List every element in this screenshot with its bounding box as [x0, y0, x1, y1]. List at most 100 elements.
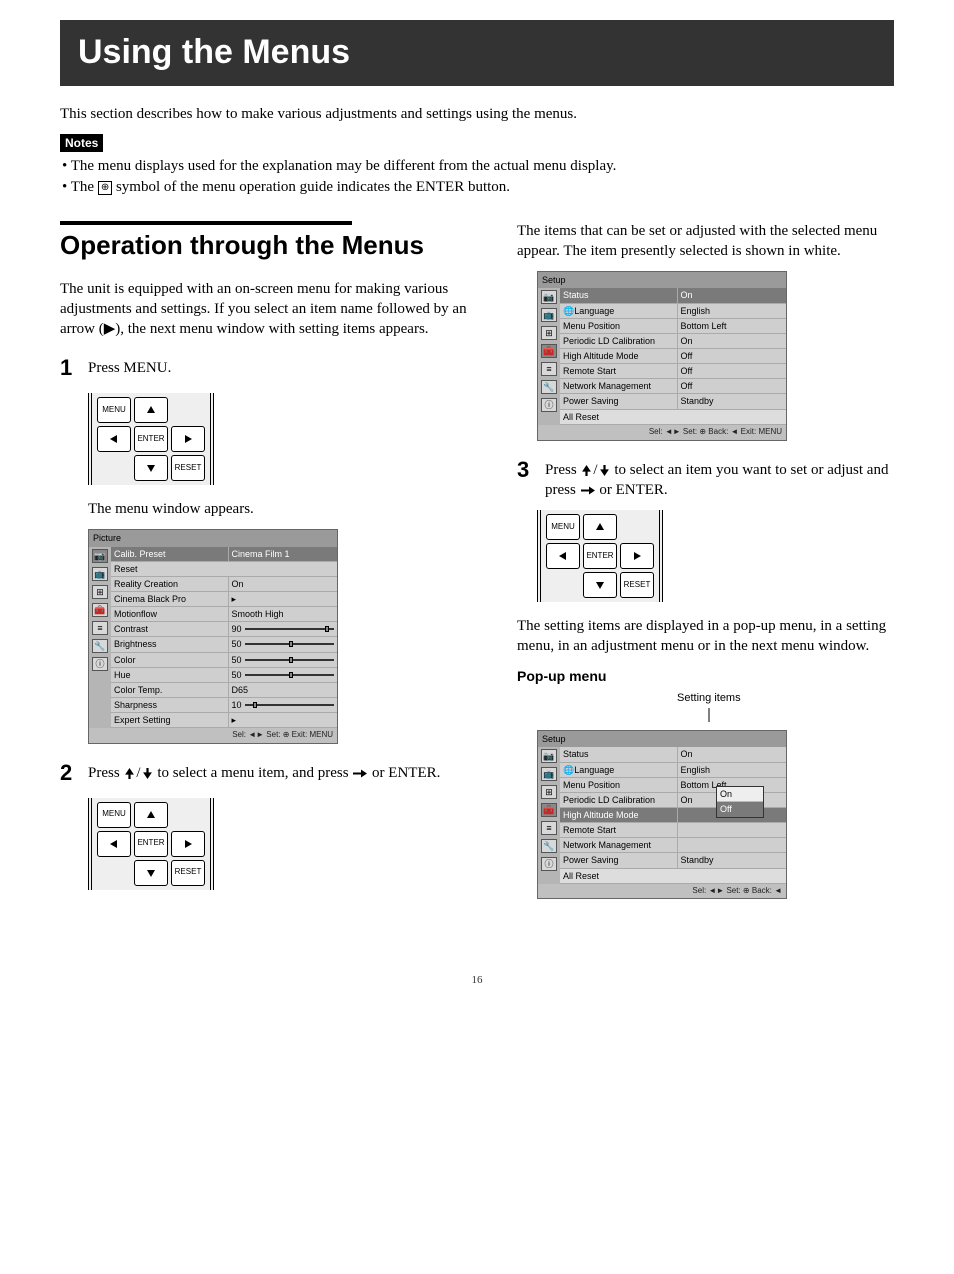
step-3: 3 Press / to select an item you want to …: [517, 455, 901, 501]
osd-tab-icon[interactable]: ⓘ: [541, 398, 557, 412]
osd-tab-icon[interactable]: 📺: [541, 767, 557, 781]
osd-row[interactable]: Calib. PresetCinema Film 1: [111, 547, 337, 562]
osd-tab-icon[interactable]: 📷: [541, 749, 557, 763]
osd-row[interactable]: StatusOn: [560, 288, 786, 303]
osd-row-value: English: [678, 763, 786, 777]
osd-row-value: Standby: [678, 853, 786, 867]
osd-row[interactable]: Periodic LD CalibrationOn: [560, 334, 786, 349]
remote-right-button[interactable]: [620, 543, 654, 569]
osd-row-value: Off: [678, 349, 786, 363]
osd-row[interactable]: Color Temp.D65: [111, 683, 337, 698]
step-text: Press / to select an item you want to se…: [545, 455, 901, 501]
osd-row[interactable]: All Reset: [560, 410, 786, 425]
osd-tab-icon[interactable]: ≡: [541, 362, 557, 376]
osd-row[interactable]: Power SavingStandby: [560, 394, 786, 409]
osd-row[interactable]: Reality CreationOn: [111, 577, 337, 592]
osd-tab-icon[interactable]: 📷: [541, 290, 557, 304]
remote-menu-button[interactable]: MENU: [97, 397, 131, 423]
remote-down-button[interactable]: [134, 860, 168, 886]
osd-tab-icon[interactable]: ≡: [541, 821, 557, 835]
remote-up-button[interactable]: [583, 514, 617, 540]
osd-tab-icon[interactable]: 🔧: [92, 639, 108, 653]
step-number: 2: [60, 758, 88, 788]
step-2: 2 Press / to select a menu item, and pre…: [60, 758, 477, 788]
osd-tab-icon[interactable]: ≡: [92, 621, 108, 635]
osd-row-value: Cinema Film 1: [229, 547, 337, 561]
osd-row[interactable]: Remote StartOff: [560, 364, 786, 379]
osd-row-value: 90: [229, 622, 337, 636]
remote-box: MENU ENTER RESET: [537, 510, 663, 602]
osd-row[interactable]: Menu PositionBottom Left: [560, 319, 786, 334]
osd-row[interactable]: Contrast90: [111, 622, 337, 637]
osd-row-label: Menu Position: [560, 319, 678, 333]
right-column: The items that can be set or adjusted wi…: [517, 221, 901, 914]
osd-row-label: Network Management: [560, 838, 678, 852]
popup-option[interactable]: Off: [717, 802, 763, 816]
osd-tab-icon[interactable]: ⊞: [541, 785, 557, 799]
osd-tab-icon[interactable]: ⊞: [541, 326, 557, 340]
osd-row[interactable]: 🌐LanguageEnglish: [560, 304, 786, 319]
osd-tab-icon[interactable]: 📷: [92, 549, 108, 563]
remote-down-button[interactable]: [134, 455, 168, 481]
osd-row-value: D65: [229, 683, 337, 697]
popup-heading: Pop-up menu: [517, 667, 901, 686]
osd-tab-icon[interactable]: 🔧: [541, 839, 557, 853]
osd-row-label: Remote Start: [560, 364, 678, 378]
remote-reset-button[interactable]: RESET: [620, 572, 654, 598]
page-title: Using the Menus: [78, 33, 350, 71]
osd-row[interactable]: Expert Setting▸: [111, 713, 337, 728]
remote-up-button[interactable]: [134, 397, 168, 423]
osd-picture-figure: Picture 📷 📺 ⊞ 🧰 ≡ 🔧 ⓘ Calib. PresetCinem…: [88, 529, 477, 744]
osd-tab-icon[interactable]: 🔧: [541, 380, 557, 394]
osd-tab-icon[interactable]: 📺: [541, 308, 557, 322]
osd-tab-icon[interactable]: ⊞: [92, 585, 108, 599]
osd-row[interactable]: Cinema Black Pro▸: [111, 592, 337, 607]
remote-enter-button[interactable]: ENTER: [583, 543, 617, 569]
osd-tab-icon[interactable]: 🧰: [541, 344, 557, 358]
notes-item: The menu displays used for the explanati…: [62, 156, 894, 176]
osd-row-label: All Reset: [560, 410, 786, 424]
osd-tab-icon[interactable]: 🧰: [541, 803, 557, 817]
osd-row[interactable]: StatusOn: [560, 747, 786, 762]
remote-right-button[interactable]: [171, 831, 205, 857]
remote-menu-button[interactable]: MENU: [97, 802, 131, 828]
osd-table: Calib. PresetCinema Film 1ResetReality C…: [111, 547, 337, 729]
osd-tab-icon[interactable]: ⓘ: [541, 857, 557, 871]
osd-row[interactable]: Hue50: [111, 668, 337, 683]
remote-enter-button[interactable]: ENTER: [134, 426, 168, 452]
remote-down-button[interactable]: [583, 572, 617, 598]
osd-row-label: Reality Creation: [111, 577, 229, 591]
remote-up-button[interactable]: [134, 802, 168, 828]
remote-reset-button[interactable]: RESET: [171, 455, 205, 481]
step-2-right-pre: The items that can be set or adjusted wi…: [517, 221, 901, 262]
step-3-after: The setting items are displayed in a pop…: [517, 616, 901, 657]
osd-row[interactable]: Network ManagementOff: [560, 379, 786, 394]
osd-row[interactable]: Color50: [111, 653, 337, 668]
osd-row[interactable]: Reset: [111, 562, 337, 577]
remote-right-button[interactable]: [171, 426, 205, 452]
osd-row[interactable]: Network Management: [560, 838, 786, 853]
remote-left-button[interactable]: [97, 426, 131, 452]
osd-row[interactable]: All Reset: [560, 869, 786, 884]
osd-tab-icon[interactable]: ⓘ: [92, 657, 108, 671]
osd-row[interactable]: Power SavingStandby: [560, 853, 786, 868]
popup-option[interactable]: On: [717, 787, 763, 802]
osd-tab-icon[interactable]: 📺: [92, 567, 108, 581]
osd-row[interactable]: Brightness50: [111, 637, 337, 652]
osd-row[interactable]: MotionflowSmooth High: [111, 607, 337, 622]
remote-left-button[interactable]: [546, 543, 580, 569]
osd-row[interactable]: Remote Start: [560, 823, 786, 838]
osd-row[interactable]: 🌐LanguageEnglish: [560, 763, 786, 778]
remote-enter-button[interactable]: ENTER: [134, 831, 168, 857]
remote-menu-button[interactable]: MENU: [546, 514, 580, 540]
remote-reset-button[interactable]: RESET: [171, 860, 205, 886]
osd-tab-icon[interactable]: 🧰: [92, 603, 108, 617]
osd-row[interactable]: Sharpness10: [111, 698, 337, 713]
osd-row-label: Remote Start: [560, 823, 678, 837]
step-1-after: The menu window appears.: [88, 499, 477, 519]
step-text: Press / to select a menu item, and press…: [88, 758, 477, 783]
osd-row[interactable]: High Altitude ModeOff: [560, 349, 786, 364]
up-arrow-icon: [581, 465, 592, 476]
section-heading: Operation through the Menus: [60, 231, 477, 261]
remote-left-button[interactable]: [97, 831, 131, 857]
